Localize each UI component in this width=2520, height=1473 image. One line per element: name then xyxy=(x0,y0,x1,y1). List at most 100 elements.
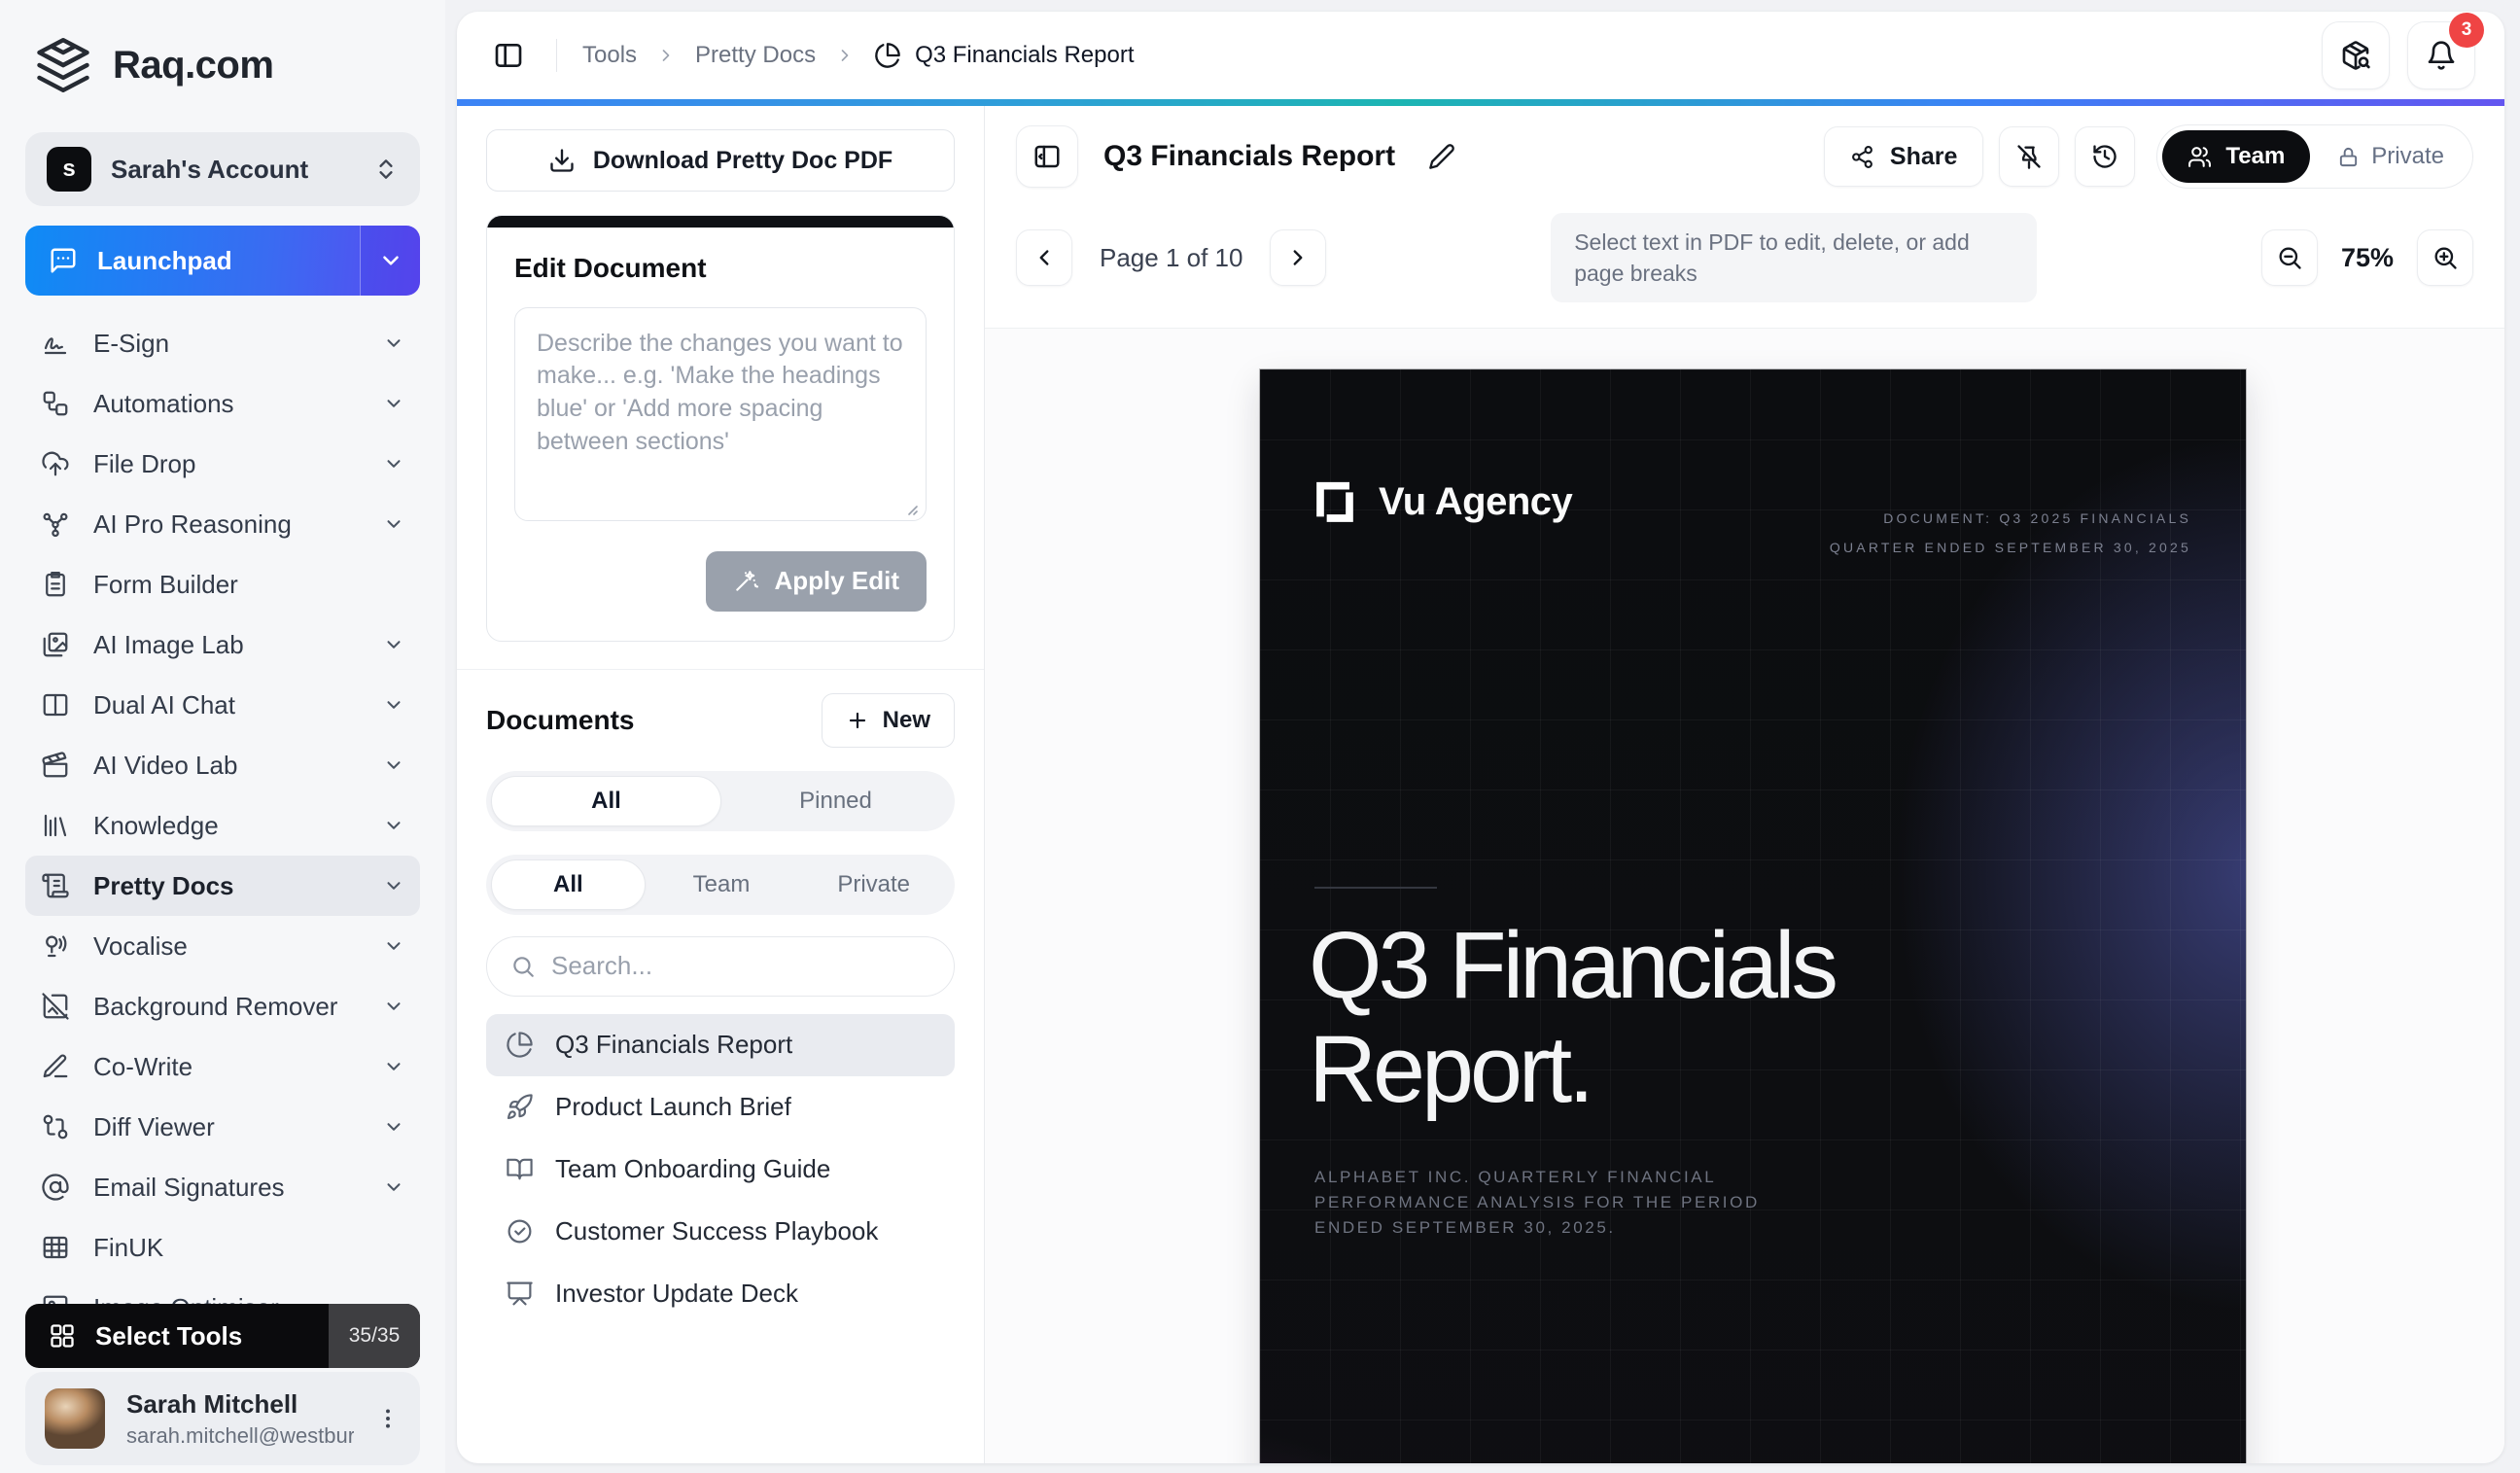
document-item-q3-financials-report[interactable]: Q3 Financials Report xyxy=(486,1014,955,1076)
share-button[interactable]: Share xyxy=(1824,126,1983,187)
chevrons-up-down-icon xyxy=(373,157,399,182)
document-item-team-onboarding-guide[interactable]: Team Onboarding Guide xyxy=(486,1139,955,1201)
library-icon xyxy=(41,811,70,840)
package-search-icon xyxy=(2340,40,2371,71)
pdf-meta-line2: QUARTER ENDED SEPTEMBER 30, 2025 xyxy=(1830,533,2191,562)
presentation-icon xyxy=(506,1280,534,1308)
sidebar-item-finuk[interactable]: FinUK xyxy=(25,1217,420,1278)
pin-off-icon xyxy=(2015,143,2043,170)
sidebar-item-email-signatures[interactable]: Email Signatures xyxy=(25,1157,420,1217)
sidebar-item-form-builder[interactable]: Form Builder xyxy=(25,554,420,614)
breadcrumb-current: Q3 Financials Report xyxy=(874,42,1134,69)
next-page-button[interactable] xyxy=(1270,229,1326,286)
divider xyxy=(457,669,984,670)
launchpad-expand-button[interactable] xyxy=(360,226,420,296)
download-pdf-button[interactable]: Download Pretty Doc PDF xyxy=(486,129,955,192)
visibility-toggle: Team Private xyxy=(2156,124,2473,189)
sidebar-item-vocalise[interactable]: Vocalise xyxy=(25,916,420,976)
topbar-actions: 3 xyxy=(2322,21,2475,89)
document-item-label: Product Launch Brief xyxy=(555,1092,791,1122)
sidebar-item-label: E-Sign xyxy=(93,329,383,359)
sidebar-item-ai-pro-reasoning[interactable]: AI Pro Reasoning xyxy=(25,494,420,554)
search-input[interactable] xyxy=(551,951,930,981)
package-search-button[interactable] xyxy=(2322,21,2390,89)
sidebar-item-e-sign[interactable]: E-Sign xyxy=(25,313,420,373)
pdf-page[interactable]: Vu Agency DOCUMENT: Q3 2025 FINANCIALS Q… xyxy=(1260,369,2246,1463)
document-item-customer-success-playbook[interactable]: Customer Success Playbook xyxy=(486,1201,955,1263)
visibility-private-option[interactable]: Private xyxy=(2314,130,2468,183)
tab-visibility-private[interactable]: Private xyxy=(797,859,950,910)
launchpad-button[interactable]: Launchpad xyxy=(25,226,420,296)
breadcrumb-pretty-docs[interactable]: Pretty Docs xyxy=(695,42,816,69)
zoom-in-button[interactable] xyxy=(2417,229,2473,286)
sidebar-item-label: Dual AI Chat xyxy=(93,690,383,720)
new-document-button[interactable]: New xyxy=(822,693,955,748)
ellipsis-vertical-icon[interactable] xyxy=(375,1406,401,1431)
launchpad-main[interactable]: Launchpad xyxy=(25,226,360,296)
document-item-product-launch-brief[interactable]: Product Launch Brief xyxy=(486,1076,955,1139)
sidebar-item-automations[interactable]: Automations xyxy=(25,373,420,434)
sidebar-item-diff-viewer[interactable]: Diff Viewer xyxy=(25,1097,420,1157)
voice-icon xyxy=(41,931,70,961)
sidebar-item-knowledge[interactable]: Knowledge xyxy=(25,795,420,856)
pdf-canvas[interactable]: Vu Agency DOCUMENT: Q3 2025 FINANCIALS Q… xyxy=(985,329,2504,1463)
sidebar-item-label: Diff Viewer xyxy=(93,1112,383,1142)
collapse-panel-button[interactable] xyxy=(1016,125,1078,188)
wand-sparkles-icon xyxy=(733,569,758,594)
breadcrumb-current-label: Q3 Financials Report xyxy=(915,42,1134,69)
sidebar-item-label: Email Signatures xyxy=(93,1173,383,1203)
sidebar-item-ai-image-lab[interactable]: AI Image Lab xyxy=(25,614,420,675)
sidebar-item-label: AI Pro Reasoning xyxy=(93,509,383,540)
resize-grip-icon[interactable] xyxy=(903,501,919,516)
document-item-label: Team Onboarding Guide xyxy=(555,1154,830,1184)
sidebar-item-ai-video-lab[interactable]: AI Video Lab xyxy=(25,735,420,795)
clapperboard-icon xyxy=(41,751,70,780)
zoom-out-button[interactable] xyxy=(2261,229,2318,286)
sidebar-item-label: FinUK xyxy=(93,1233,404,1263)
tab-scope-all[interactable]: All xyxy=(491,776,721,826)
filter-tabs-pinned: AllPinned xyxy=(486,771,955,831)
pdf-subtitle-line2: PERFORMANCE ANALYSIS FOR THE PERIOD xyxy=(1314,1190,1760,1215)
sidebar: Raq.com s Sarah's Account Launchpad E-Si… xyxy=(0,0,445,1473)
sidebar-item-co-write[interactable]: Co-Write xyxy=(25,1036,420,1097)
documents-panel: Download Pretty Doc PDF Edit Document xyxy=(457,106,985,1463)
notifications-button[interactable]: 3 xyxy=(2407,21,2475,89)
tab-visibility-team[interactable]: Team xyxy=(646,859,798,910)
pdf-subtitle: ALPHABET INC. QUARTERLY FINANCIAL PERFOR… xyxy=(1314,1165,1760,1241)
account-switcher[interactable]: s Sarah's Account xyxy=(25,132,420,206)
sidebar-item-label: Background Remover xyxy=(93,992,383,1022)
sidebar-item-label: Co-Write xyxy=(93,1052,383,1082)
version-history-button[interactable] xyxy=(2075,126,2135,187)
document-item-investor-update-deck[interactable]: Investor Update Deck xyxy=(486,1263,955,1325)
sidebar-item-background-remover[interactable]: Background Remover xyxy=(25,976,420,1036)
sidebar-item-label: AI Video Lab xyxy=(93,751,383,781)
tab-scope-pinned[interactable]: Pinned xyxy=(721,776,950,826)
sidebar-item-pretty-docs[interactable]: Pretty Docs xyxy=(25,856,420,916)
pdf-title-line1: Q3 Financials xyxy=(1309,914,1835,1018)
unpin-button[interactable] xyxy=(1999,126,2059,187)
tab-visibility-all[interactable]: All xyxy=(491,859,646,910)
sidebar-item-file-drop[interactable]: File Drop xyxy=(25,434,420,494)
document-title: Q3 Financials Report xyxy=(1103,140,1395,173)
private-label: Private xyxy=(2371,143,2444,170)
apply-edit-button[interactable]: Apply Edit xyxy=(706,551,927,612)
select-tools-button[interactable]: Select Tools 35/35 xyxy=(25,1304,420,1368)
user-card[interactable]: Sarah Mitchell sarah.mitchell@westbur... xyxy=(25,1372,420,1465)
download-icon xyxy=(548,147,576,174)
tools-count-badge: 35/35 xyxy=(329,1304,420,1368)
edit-instructions-input[interactable] xyxy=(514,307,927,521)
pie-icon xyxy=(506,1031,534,1059)
images-icon xyxy=(41,630,70,659)
rename-pencil-icon[interactable] xyxy=(1428,143,1455,170)
chevron-down-icon xyxy=(378,248,403,273)
visibility-team-option[interactable]: Team xyxy=(2162,130,2310,183)
breadcrumb: Tools Pretty Docs Q3 Financials Report xyxy=(582,42,1135,69)
share-icon xyxy=(1850,145,1874,169)
breadcrumb-tools[interactable]: Tools xyxy=(582,42,637,69)
previous-page-button[interactable] xyxy=(1016,229,1072,286)
select-tools-label: Select Tools xyxy=(95,1321,242,1351)
notification-badge: 3 xyxy=(2449,13,2484,48)
sidebar-item-dual-ai-chat[interactable]: Dual AI Chat xyxy=(25,675,420,735)
search-icon xyxy=(510,954,536,979)
sidebar-toggle-icon[interactable] xyxy=(486,33,531,78)
